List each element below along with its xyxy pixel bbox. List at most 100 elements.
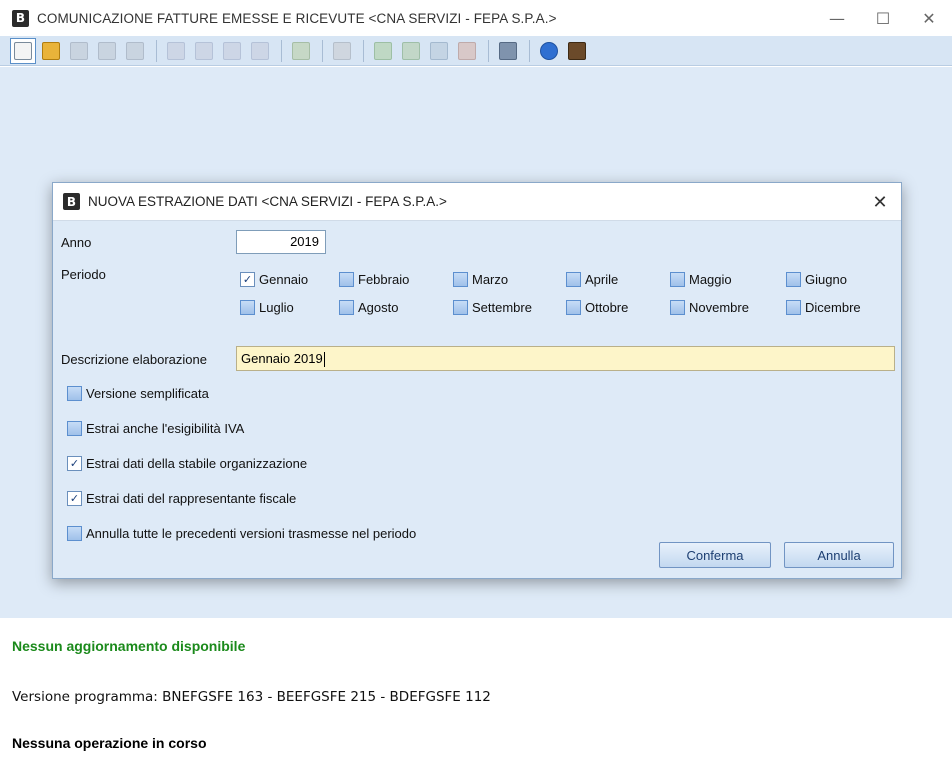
month-label: Giugno bbox=[805, 272, 847, 287]
operation-status: Nessuna operazione in corso bbox=[12, 735, 207, 751]
toolbar-separator bbox=[322, 39, 323, 62]
open-folder-button[interactable] bbox=[38, 38, 64, 64]
minimize-button[interactable]: — bbox=[814, 0, 860, 36]
search-binoculars-icon bbox=[126, 41, 144, 60]
month-checkbox-luglio[interactable]: Luglio bbox=[240, 300, 294, 315]
anno-label: Anno bbox=[61, 235, 92, 250]
checkbox-icon bbox=[339, 300, 354, 315]
option-checkbox-4[interactable]: ✓ Estrai dati del rappresentante fiscale bbox=[67, 491, 296, 506]
edit-pencil-icon bbox=[167, 41, 185, 60]
chart-button[interactable] bbox=[398, 38, 424, 64]
descrizione-input[interactable]: Gennaio 2019 bbox=[236, 346, 895, 371]
monitor-button[interactable] bbox=[495, 38, 521, 64]
month-label: Novembre bbox=[689, 300, 749, 315]
delete-icon bbox=[98, 41, 116, 60]
new-document-button[interactable] bbox=[10, 37, 36, 64]
option-checkbox-3[interactable]: ✓ Estrai dati della stabile organizzazion… bbox=[67, 456, 307, 471]
search-binoculars-button[interactable] bbox=[122, 38, 148, 64]
checkbox-icon bbox=[566, 300, 581, 315]
dialog-close-button[interactable]: ✕ bbox=[869, 191, 891, 213]
month-checkbox-ottobre[interactable]: Ottobre bbox=[566, 300, 628, 315]
option-checkbox-2[interactable]: Estrai anche l'esigibilità IVA bbox=[67, 421, 244, 436]
checkbox-icon bbox=[670, 300, 685, 315]
settings-gear-button[interactable] bbox=[329, 38, 355, 64]
checkbox-checked-icon: ✓ bbox=[67, 491, 82, 506]
delete-button[interactable] bbox=[94, 38, 120, 64]
toolbar-separator bbox=[529, 39, 530, 62]
month-label: Settembre bbox=[472, 300, 532, 315]
option-checkbox-5[interactable]: Annulla tutte le precedenti versioni tra… bbox=[67, 526, 416, 541]
toolbar-separator bbox=[281, 39, 282, 62]
cancel-button[interactable]: Annulla bbox=[784, 542, 894, 568]
month-checkbox-settembre[interactable]: Settembre bbox=[453, 300, 532, 315]
checkbox-icon bbox=[453, 272, 468, 287]
month-checkbox-maggio[interactable]: Maggio bbox=[670, 272, 732, 287]
settings-gear-icon bbox=[333, 41, 351, 60]
edit-pencil-3-button[interactable] bbox=[219, 38, 245, 64]
option-label: Annulla tutte le precedenti versioni tra… bbox=[86, 526, 417, 541]
app-logo-icon: B bbox=[12, 9, 29, 27]
month-checkbox-gennaio[interactable]: ✓ Gennaio bbox=[240, 272, 308, 287]
month-checkbox-giugno[interactable]: Giugno bbox=[786, 272, 847, 287]
option-label: Versione semplificata bbox=[86, 386, 209, 401]
help-button[interactable] bbox=[536, 38, 562, 64]
month-checkbox-aprile[interactable]: Aprile bbox=[566, 272, 618, 287]
month-checkbox-febbraio[interactable]: Febbraio bbox=[339, 272, 409, 287]
checkbox-icon bbox=[566, 272, 581, 287]
checkbox-icon bbox=[339, 272, 354, 287]
report-button[interactable] bbox=[454, 38, 480, 64]
cancel-edit-icon bbox=[251, 41, 269, 60]
option-label: Estrai anche l'esigibilità IVA bbox=[86, 421, 245, 436]
exit-door-button[interactable] bbox=[564, 38, 590, 64]
periodo-label: Periodo bbox=[61, 267, 106, 282]
cancel-edit-button[interactable] bbox=[247, 38, 273, 64]
monitor-icon bbox=[499, 41, 517, 60]
text-caret bbox=[323, 352, 325, 368]
checkbox-checked-icon: ✓ bbox=[67, 456, 82, 471]
month-checkbox-dicembre[interactable]: Dicembre bbox=[786, 300, 861, 315]
checkbox-icon bbox=[786, 272, 801, 287]
month-label: Dicembre bbox=[805, 300, 861, 315]
user-icon bbox=[374, 41, 392, 60]
updates-status: Nessun aggiornamento disponibile bbox=[12, 638, 246, 654]
checkbox-icon bbox=[240, 300, 255, 315]
confirm-button[interactable]: Conferma bbox=[659, 542, 771, 568]
new-extraction-dialog: B NUOVA ESTRAZIONE DATI <CNA SERVIZI - F… bbox=[52, 182, 902, 579]
descrizione-label: Descrizione elaborazione bbox=[61, 352, 207, 367]
edit-pencil-2-button[interactable] bbox=[191, 38, 217, 64]
option-label: Estrai dati della stabile organizzazione bbox=[86, 456, 308, 471]
edit-pencil-button[interactable] bbox=[163, 38, 189, 64]
dialog-titlebar: B NUOVA ESTRAZIONE DATI <CNA SERVIZI - F… bbox=[53, 183, 901, 221]
copy-icon bbox=[430, 41, 448, 60]
user-button[interactable] bbox=[370, 38, 396, 64]
edit-pencil-2-icon bbox=[195, 41, 213, 60]
toolbar-separator bbox=[363, 39, 364, 62]
exit-door-icon bbox=[568, 41, 586, 60]
chart-icon bbox=[402, 41, 420, 60]
dialog-title: NUOVA ESTRAZIONE DATI <CNA SERVIZI - FEP… bbox=[88, 194, 447, 209]
checkbox-icon bbox=[786, 300, 801, 315]
month-checkbox-novembre[interactable]: Novembre bbox=[670, 300, 749, 315]
descrizione-value: Gennaio 2019 bbox=[241, 351, 323, 366]
new-document-icon bbox=[14, 41, 32, 60]
checkbox-checked-icon: ✓ bbox=[240, 272, 255, 287]
report-icon bbox=[458, 41, 476, 60]
list-dropdown-button[interactable] bbox=[288, 38, 314, 64]
month-label: Agosto bbox=[358, 300, 399, 315]
edit-pencil-3-icon bbox=[223, 41, 241, 60]
undo-icon bbox=[70, 41, 88, 60]
checkbox-icon bbox=[453, 300, 468, 315]
maximize-button[interactable]: ☐ bbox=[860, 0, 906, 36]
undo-button[interactable] bbox=[66, 38, 92, 64]
close-window-button[interactable]: ✕ bbox=[906, 0, 952, 36]
month-checkbox-marzo[interactable]: Marzo bbox=[453, 272, 508, 287]
month-label: Aprile bbox=[585, 272, 619, 287]
copy-button[interactable] bbox=[426, 38, 452, 64]
checkbox-icon bbox=[67, 526, 82, 541]
anno-input[interactable]: 2019 bbox=[236, 230, 326, 254]
option-checkbox-1[interactable]: Versione semplificata bbox=[67, 386, 209, 401]
program-version: Versione programma: BNEFGSFE 163 - BEEFG… bbox=[12, 689, 491, 705]
window-controls: — ☐ ✕ bbox=[814, 0, 952, 36]
window-title: COMUNICAZIONE FATTURE EMESSE E RICEVUTE … bbox=[37, 10, 557, 26]
month-checkbox-agosto[interactable]: Agosto bbox=[339, 300, 398, 315]
